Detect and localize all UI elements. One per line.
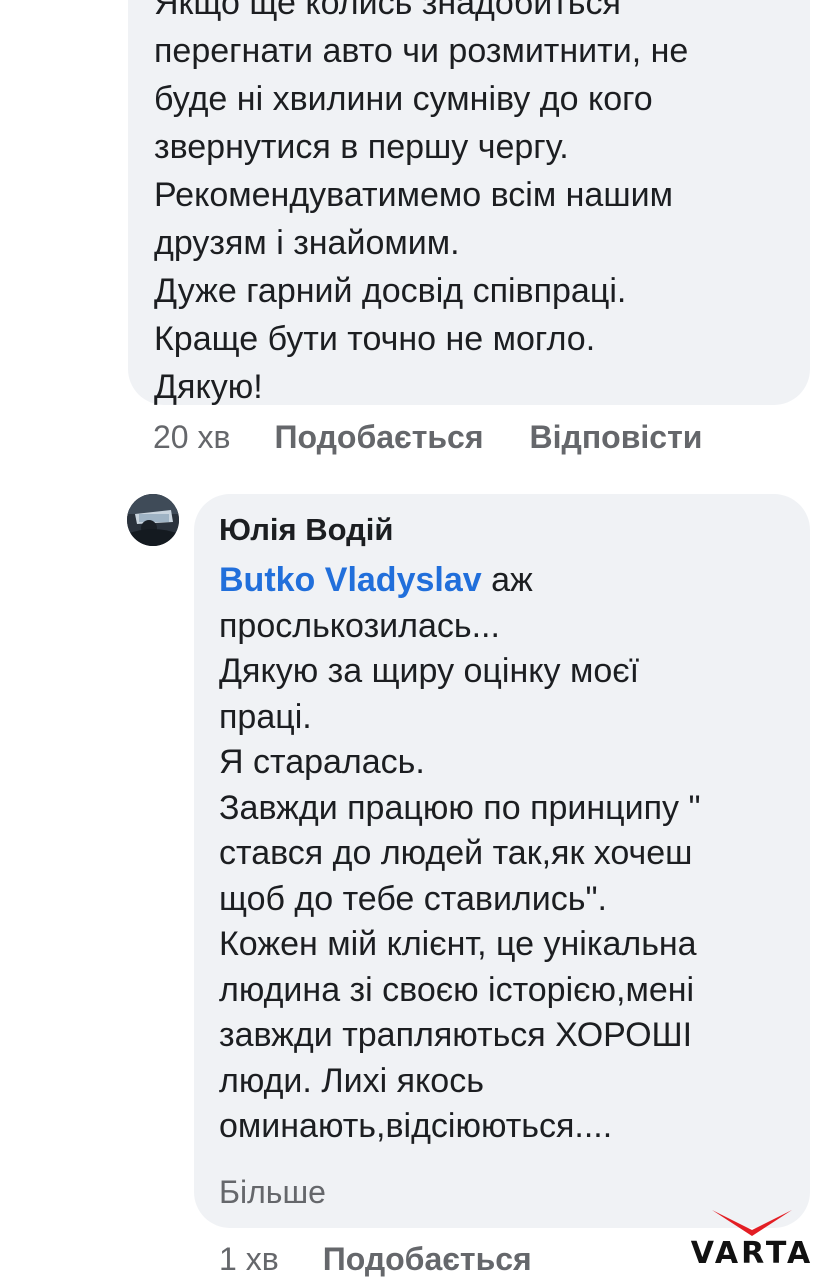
comment-text: Якщо ще колись знадобиться перегнати авт…	[154, 0, 794, 411]
reply-timestamp[interactable]: 1 хв	[219, 1241, 279, 1278]
reply-line: щоб до тебе ставились".	[219, 879, 607, 918]
reply-line: Завжди працюю по принципу "	[219, 788, 701, 827]
reply-line: завжди трапляються ХОРОШІ	[219, 1016, 693, 1054]
comment-line: буде ні хвилини сумніву до кого	[154, 80, 653, 118]
like-button[interactable]: Подобається	[323, 1241, 532, 1278]
comment-line: звернутися в першу чергу.	[154, 128, 569, 166]
like-button[interactable]: Подобається	[274, 419, 483, 456]
mention-link[interactable]: Butko Vladyslav	[219, 561, 482, 599]
comment-line: друзям і знайомим.	[154, 224, 460, 262]
avatar[interactable]	[127, 494, 179, 546]
comment-line: Рекомендуватимемо всім нашим	[154, 176, 673, 214]
comment-actions: 20 хв Подобається Відповісти	[153, 419, 702, 456]
comment-line: Якщо ще колись знадобиться	[154, 0, 621, 22]
comment-bubble: Якщо ще колись знадобиться перегнати авт…	[128, 0, 810, 406]
comment-line: Краще бути точно не могло.	[154, 320, 596, 358]
comment-line: перегнати авто чи розмитнити, не	[154, 32, 689, 70]
reply-line-rest: аж	[481, 561, 533, 599]
reply-line: праці.	[219, 697, 312, 736]
reply-line: Дякую за щиру оцінку моєї	[219, 652, 640, 690]
reply-text: Butko Vladyslav аж прослькозилась... Дяк…	[219, 558, 799, 1150]
watermark-text: VARTA	[690, 1236, 814, 1271]
avatar-photo-icon	[127, 494, 179, 546]
comment-timestamp[interactable]: 20 хв	[153, 419, 230, 456]
reply-actions: 1 хв Подобається	[219, 1241, 578, 1278]
see-more-link[interactable]: Більше	[219, 1174, 326, 1211]
varta-watermark: VARTA	[672, 1206, 832, 1279]
reply-first-line: Butko Vladyslav аж	[219, 558, 799, 604]
comment-line: Дякую!	[154, 368, 263, 406]
reply-bubble: Юлія Водій Butko Vladyslav аж прослькози…	[194, 494, 810, 1228]
reply-line: прослькозилась...	[219, 606, 500, 645]
reply-line: оминають,відсіюються....	[219, 1107, 613, 1145]
reply-line: люди. Лихі якось	[219, 1061, 484, 1100]
comment-line: Дуже гарний досвід співпраці.	[154, 272, 627, 310]
reply-line: Кожен мій клієнт, це унікальна	[219, 925, 697, 963]
comment-author[interactable]: Юлія Водій	[219, 512, 393, 548]
reply-line: Я старалась.	[219, 743, 425, 781]
reply-line: людина зі своєю історією,мені	[219, 970, 695, 1009]
reply-button[interactable]: Відповісти	[530, 419, 703, 456]
reply-line: стався до людей так,як хочеш	[219, 834, 693, 872]
